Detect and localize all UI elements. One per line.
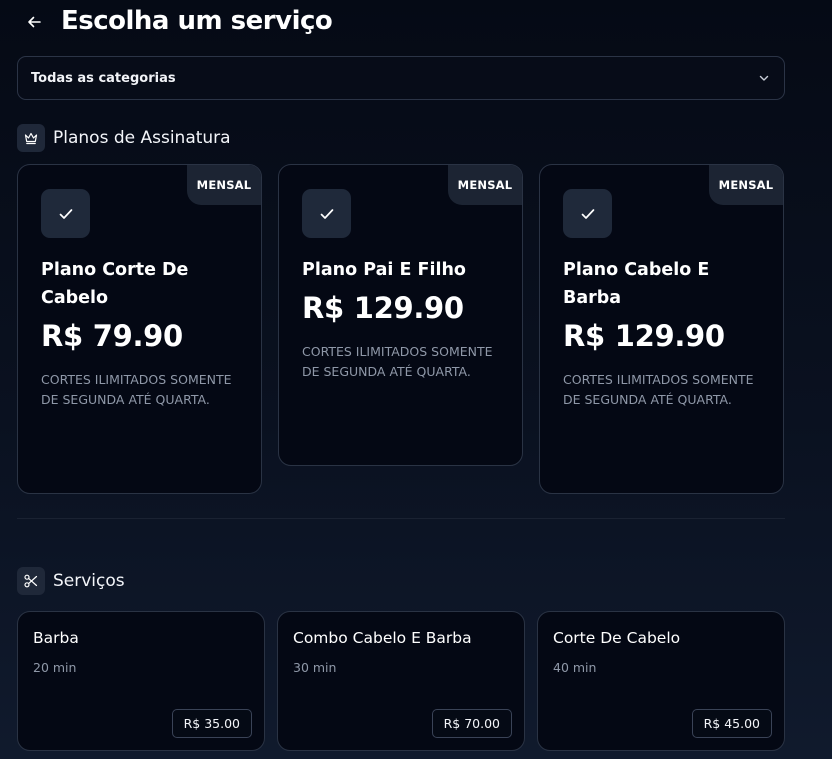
page-title: Escolha um serviço xyxy=(61,6,333,36)
plans-section-title: Planos de Assinatura xyxy=(53,128,231,148)
service-price-badge: R$ 45.00 xyxy=(691,709,772,738)
service-name: Corte De Cabelo xyxy=(553,629,681,647)
category-select-value: Todas as categorias xyxy=(31,70,176,86)
services-section-header: Serviços xyxy=(17,567,125,595)
service-name: Barba xyxy=(33,629,79,647)
page-header: Escolha um serviço xyxy=(0,0,832,50)
arrow-left-icon xyxy=(28,16,41,28)
plans-section-header: Planos de Assinatura xyxy=(17,124,231,152)
category-select[interactable]: Todas as categorias xyxy=(17,56,785,100)
plan-description: CORTES ILIMITADOS SOMENTE DE SEGUNDA ATÉ… xyxy=(302,344,493,379)
plan-card[interactable]: MENSAL Plano Cabelo E Barba R$ 129.90 CO… xyxy=(539,164,784,494)
plan-name: Plano Cabelo E Barba xyxy=(563,260,710,308)
plan-description: CORTES ILIMITADOS SOMENTE DE SEGUNDA ATÉ… xyxy=(41,372,232,407)
back-button[interactable] xyxy=(22,10,46,34)
services-section-title: Serviços xyxy=(53,571,125,591)
service-price-badge: R$ 70.00 xyxy=(431,709,512,738)
crown-icon xyxy=(17,124,45,152)
service-card[interactable]: Corte De Cabelo 40 min R$ 45.00 xyxy=(537,611,785,751)
plan-name: Plano Pai E Filho xyxy=(302,260,466,280)
service-card[interactable]: Combo Cabelo E Barba 30 min R$ 70.00 xyxy=(277,611,525,751)
plan-card[interactable]: MENSAL Plano Pai E Filho R$ 129.90 CORTE… xyxy=(278,164,523,466)
plan-price: R$ 79.90 xyxy=(41,319,183,353)
service-duration: 30 min xyxy=(293,660,337,675)
service-card[interactable]: Barba 20 min R$ 35.00 xyxy=(17,611,265,751)
plan-price: R$ 129.90 xyxy=(302,291,464,325)
check-icon xyxy=(302,189,351,238)
section-divider xyxy=(17,518,785,519)
check-icon xyxy=(563,189,612,238)
plan-badge: MENSAL xyxy=(448,165,522,205)
service-price-badge: R$ 35.00 xyxy=(171,709,252,738)
chevron-down-icon xyxy=(759,75,769,81)
check-icon xyxy=(41,189,90,238)
service-name: Combo Cabelo E Barba xyxy=(293,629,472,647)
plan-name: Plano Corte De Cabelo xyxy=(41,260,189,308)
plan-price: R$ 129.90 xyxy=(563,319,725,353)
scissors-icon xyxy=(17,567,45,595)
plan-card[interactable]: MENSAL Plano Corte De Cabelo R$ 79.90 CO… xyxy=(17,164,262,494)
plan-description: CORTES ILIMITADOS SOMENTE DE SEGUNDA ATÉ… xyxy=(563,372,754,407)
service-duration: 40 min xyxy=(553,660,597,675)
service-duration: 20 min xyxy=(33,660,77,675)
plan-badge: MENSAL xyxy=(187,165,261,205)
plan-badge: MENSAL xyxy=(709,165,783,205)
